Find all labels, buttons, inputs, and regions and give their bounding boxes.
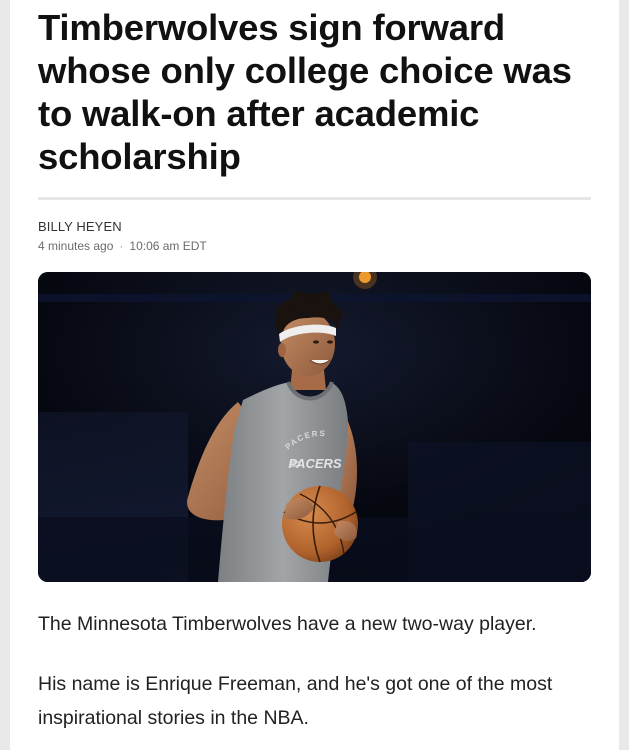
article-paragraph: His name is Enrique Freeman, and he's go… — [38, 673, 553, 729]
published-time: 10:06 am EDT — [129, 239, 207, 253]
article-meta: 4 minutes ago · 10:06 am EDT — [38, 239, 207, 253]
player-photo: PACERS PACERS — [38, 272, 591, 582]
article-page: Timberwolves sign forward whose only col… — [10, 0, 619, 750]
article-paragraph: The Minnesota Timberwolves have a new tw… — [38, 613, 537, 635]
published-relative: 4 minutes ago — [38, 239, 114, 253]
jersey-wordmark: PACERS — [288, 456, 342, 471]
article-headline: Timberwolves sign forward whose only col… — [38, 7, 572, 177]
headline-divider — [38, 197, 591, 200]
author-name[interactable]: BILLY HEYEN — [38, 219, 122, 234]
meta-separator: · — [119, 239, 124, 253]
article-hero-image[interactable]: PACERS PACERS — [38, 272, 591, 582]
